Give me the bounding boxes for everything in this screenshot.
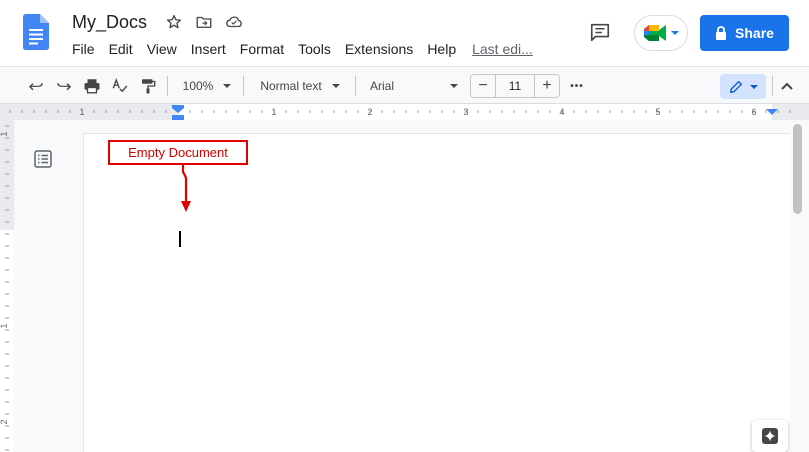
zoom-caret-icon [223,84,232,88]
paint-format-icon[interactable] [136,73,160,99]
zoom-value: 100% [182,79,214,93]
annotation-label: Empty Document [128,145,228,160]
google-meet-icon [643,25,666,41]
font-family-value: Arial [370,79,395,93]
ruler-content-area [178,104,772,120]
ruler-number: 5 [655,107,660,117]
paragraph-style-select[interactable]: Normal text [252,73,348,99]
menu-help[interactable]: Help [427,41,456,57]
last-edit-link[interactable]: Last edi... [472,41,533,57]
zoom-select[interactable]: 100% [176,73,238,99]
pencil-icon [730,80,742,93]
paragraph-style-value: Normal text [260,79,322,93]
vruler-number: 1 [0,323,9,328]
menu-extensions[interactable]: Extensions [345,41,413,57]
title-bar: My_Docs File Edit View Insert Format Too… [0,0,809,66]
lock-icon [716,26,727,40]
menu-view[interactable]: View [147,41,177,57]
annotation-callout: Empty Document [108,140,248,165]
ruler-number: 4 [559,107,564,117]
vruler-number: 2 [0,419,9,424]
document-title[interactable]: My_Docs [72,12,147,33]
editing-mode-caret-icon [750,84,758,89]
toolbar: 100% Normal text Arial − 11 + ••• [0,66,809,104]
ruler-number: 1 [271,107,276,117]
horizontal-ruler[interactable]: 1 1 2 3 4 5 6 [0,104,809,120]
font-family-select[interactable]: Arial [364,73,462,99]
decrease-font-size-button[interactable]: − [471,75,495,97]
menu-file[interactable]: File [72,41,95,57]
text-cursor [179,231,181,247]
vruler-content-area [0,230,14,452]
toolbar-divider [772,76,773,96]
undo-icon[interactable] [24,73,48,99]
font-size-input[interactable]: 11 [495,75,535,97]
comment-history-icon[interactable] [588,20,612,44]
document-outline-icon[interactable] [33,149,53,169]
redo-icon[interactable] [52,73,76,99]
vruler-number: 1 [0,131,9,136]
menu-format[interactable]: Format [240,41,284,57]
print-icon[interactable] [80,73,104,99]
move-to-folder-icon[interactable] [194,12,214,32]
ruler-number: 1 [79,107,84,117]
explore-button[interactable] [752,420,788,452]
toolbar-divider [167,76,168,96]
ruler-left-margin [0,104,178,120]
more-dots: ••• [570,80,584,92]
increase-font-size-button[interactable]: + [535,75,559,97]
toolbar-divider [355,76,356,96]
ruler-number: 6 [751,107,756,117]
meet-dropdown-caret-icon [670,31,679,35]
spellcheck-icon[interactable] [108,73,132,99]
ruler-number: 2 [367,107,372,117]
editing-mode-button[interactable] [720,74,766,99]
annotation-arrow-icon [181,164,191,212]
menu-bar: File Edit View Insert Format Tools Exten… [72,40,533,58]
toolbar-divider [243,76,244,96]
vertical-ruler[interactable]: 1 1 2 [0,120,14,452]
hide-menus-chevron-up-icon[interactable] [777,73,797,99]
share-button[interactable]: Share [700,15,789,51]
vertical-ruler-ticks: 1 1 2 [0,120,14,452]
cloud-saved-icon[interactable] [224,12,244,32]
font-size-stepper: − 11 + [470,74,560,98]
more-options-icon[interactable]: ••• [564,73,590,99]
google-docs-logo-icon[interactable] [23,14,49,50]
menu-insert[interactable]: Insert [191,41,226,57]
style-caret-icon [331,84,340,88]
explore-sparkle-icon [762,428,778,444]
scrollbar-thumb[interactable] [793,124,802,214]
left-indent-marker[interactable] [172,115,184,120]
ruler-ticks: 1 1 2 3 4 5 6 [0,104,809,120]
ruler-number: 3 [463,107,468,117]
menu-tools[interactable]: Tools [298,41,331,57]
meet-button[interactable] [634,15,688,51]
font-caret-icon [450,84,458,88]
menu-edit[interactable]: Edit [109,41,133,57]
share-label: Share [735,25,774,41]
star-icon[interactable] [164,12,184,32]
